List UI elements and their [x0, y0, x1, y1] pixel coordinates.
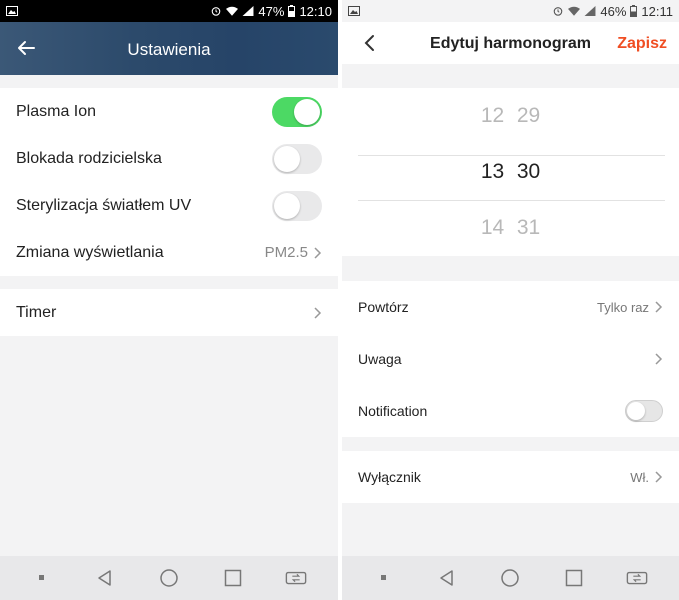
- option-label: Notification: [358, 403, 428, 419]
- signal-icon: [584, 6, 596, 16]
- wifi-icon: [568, 6, 581, 16]
- chevron-right-icon: [314, 246, 322, 259]
- wifi-icon: [226, 6, 239, 16]
- option-label: Uwaga: [358, 351, 402, 367]
- battery-percent: 47%: [258, 3, 285, 19]
- picker-hour: 14: [480, 216, 505, 239]
- settings-header: Ustawienia: [0, 22, 338, 75]
- setting-parental-lock: Blokada rodzicielska: [0, 135, 338, 182]
- picker-hour: 13: [480, 160, 505, 183]
- chevron-right-icon: [655, 353, 663, 365]
- setting-plasma-ion: Plasma Ion: [0, 88, 338, 135]
- option-repeat[interactable]: Powtórz Tylko raz: [342, 281, 679, 333]
- setting-display-change[interactable]: Zmiana wyświetlania PM2.5: [0, 229, 338, 276]
- picker-line: [358, 200, 665, 201]
- chevron-right-icon: [655, 471, 663, 483]
- option-switch[interactable]: Wyłącznik Wł.: [342, 451, 679, 503]
- option-label: Wyłącznik: [358, 469, 421, 485]
- battery-percent: 46%: [600, 3, 627, 19]
- option-label: Powtórz: [358, 299, 409, 315]
- picker-row-selected[interactable]: 13 30: [342, 160, 679, 184]
- switch-group: Wyłącznik Wł.: [342, 451, 679, 503]
- settings-screen: 47% 12:10 Ustawienia Plasma Ion Blokada …: [0, 0, 338, 600]
- recents-square-icon[interactable]: [563, 567, 585, 589]
- setting-label: Zmiana wyświetlania: [16, 243, 164, 261]
- setting-label: Blokada rodzicielska: [16, 149, 162, 167]
- alarm-icon: [212, 7, 221, 16]
- chevron-right-icon: [314, 306, 322, 319]
- picker-minute: 31: [516, 216, 541, 239]
- dot-icon[interactable]: [373, 567, 395, 589]
- timer-group: Timer: [0, 289, 338, 336]
- picker-row-next[interactable]: 14 31: [342, 216, 679, 240]
- edit-schedule-header: Edytuj harmonogram Zapisz: [342, 22, 679, 64]
- navigation-bar: [0, 556, 338, 600]
- back-triangle-icon[interactable]: [436, 567, 458, 589]
- battery-icon: [630, 5, 638, 17]
- dot-icon[interactable]: [31, 567, 53, 589]
- setting-timer[interactable]: Timer: [0, 289, 338, 336]
- screen-switch-icon[interactable]: [285, 567, 307, 589]
- parental-lock-toggle[interactable]: [272, 143, 322, 174]
- alarm-icon: [554, 7, 563, 16]
- screen-switch-icon[interactable]: [626, 567, 648, 589]
- status-bar: 46% 12:11: [342, 0, 679, 22]
- signal-icon: [242, 6, 254, 16]
- recents-square-icon[interactable]: [222, 567, 244, 589]
- clock: 12:10: [299, 3, 332, 19]
- status-bar: 47% 12:10: [0, 0, 338, 22]
- repeat-value: Tylko raz: [596, 299, 649, 315]
- navigation-bar: [342, 556, 679, 600]
- picker-minute: 29: [516, 104, 541, 127]
- clock: 12:11: [641, 3, 673, 19]
- switch-value: Wł.: [630, 469, 649, 485]
- setting-label: Plasma Ion: [16, 102, 97, 120]
- settings-group: Plasma Ion Blokada rodzicielska Steryliz…: [0, 88, 338, 276]
- page-title: Ustawienia: [127, 40, 211, 59]
- plasma-ion-toggle[interactable]: [272, 96, 322, 127]
- back-triangle-icon[interactable]: [94, 567, 116, 589]
- display-value: PM2.5: [264, 244, 308, 261]
- picker-hour: 12: [480, 104, 505, 127]
- picker-line: [358, 155, 665, 156]
- save-button[interactable]: Zapisz: [617, 35, 667, 53]
- setting-uv-sterilization: Sterylizacja światłem UV: [0, 182, 338, 229]
- picker-row-prev[interactable]: 12 29: [342, 104, 679, 128]
- option-notification: Notification: [342, 385, 679, 437]
- chevron-right-icon: [655, 301, 663, 313]
- picker-minute: 30: [516, 160, 541, 183]
- uv-sterilization-toggle[interactable]: [272, 190, 322, 221]
- setting-label: Timer: [16, 303, 57, 321]
- schedule-options: Powtórz Tylko raz Uwaga Notification: [342, 281, 679, 437]
- edit-schedule-screen: 46% 12:11 Edytuj harmonogram Zapisz 12 29…: [342, 0, 679, 600]
- image-icon: [6, 6, 18, 16]
- battery-icon: [288, 5, 296, 17]
- notification-toggle[interactable]: [625, 400, 663, 422]
- option-note[interactable]: Uwaga: [342, 333, 679, 385]
- setting-label: Sterylizacja światłem UV: [16, 196, 192, 214]
- home-circle-icon[interactable]: [499, 567, 521, 589]
- time-picker[interactable]: 12 29 13 30 14 31: [342, 88, 679, 256]
- image-icon: [348, 6, 360, 16]
- home-circle-icon[interactable]: [158, 567, 180, 589]
